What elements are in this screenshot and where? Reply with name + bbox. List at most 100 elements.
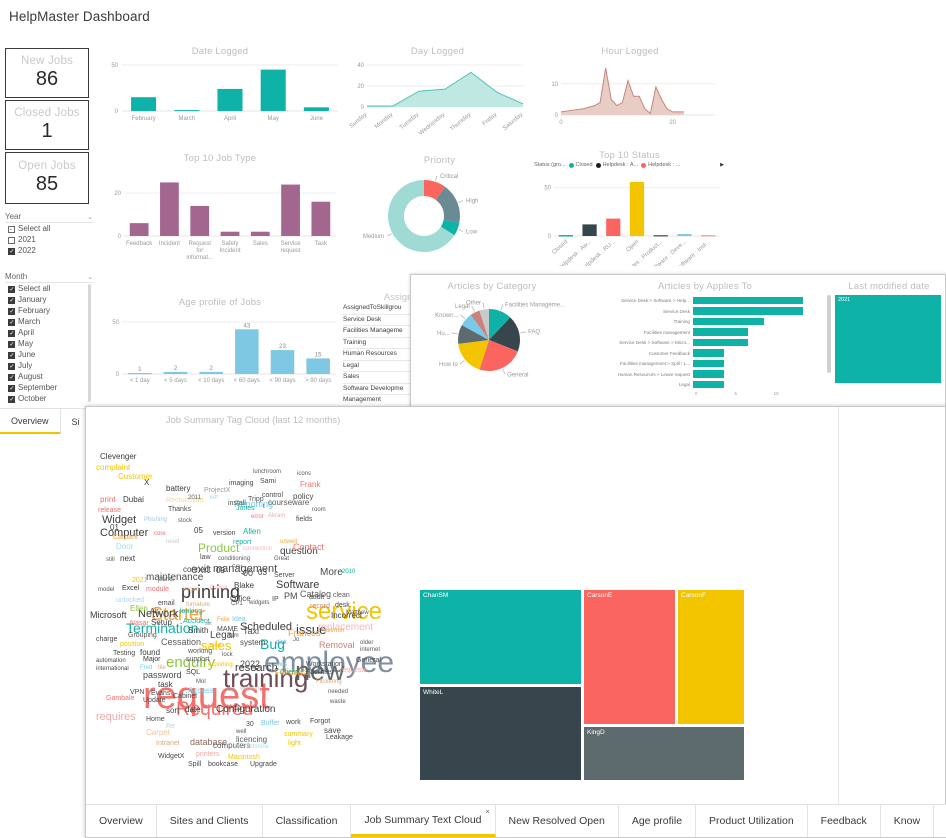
checkbox-icon[interactable] (8, 285, 15, 295)
tag-cloud-word[interactable]: Forgot (310, 718, 330, 725)
tag-cloud-word[interactable]: Smith (188, 627, 208, 635)
tag-cloud-word[interactable]: Ellen (130, 605, 148, 613)
tag-cloud-word[interactable]: room (312, 507, 326, 513)
tag-cloud-word[interactable]: Microsoft (90, 611, 127, 620)
tag-cloud-word[interactable]: 2022 (240, 660, 260, 669)
tag-cloud-word[interactable]: disk (276, 640, 287, 646)
tag-cloud-word[interactable]: 05 (194, 527, 203, 535)
tag-cloud-word[interactable]: requires (96, 712, 136, 723)
slicer-month-item-july[interactable]: July (5, 360, 93, 372)
slicer-month-item-march[interactable]: March (5, 316, 93, 328)
tag-cloud-word[interactable]: Gambale (106, 695, 134, 702)
tag-cloud-word[interactable]: Clevenger (100, 453, 136, 461)
tag-cloud-word[interactable]: IP (272, 596, 279, 603)
cloud-tab-bar[interactable]: Overview Sites and Clients Classification J… (86, 804, 946, 837)
tag-cloud-word[interactable]: Buffer (261, 720, 280, 727)
slicer-year-item-2021[interactable]: 2021 (5, 234, 93, 245)
tag-cloud-word[interactable]: policy (293, 493, 313, 501)
tag-cloud-word[interactable]: task (158, 681, 173, 689)
tag-cloud-word[interactable]: Carpark (113, 534, 138, 541)
tag-cloud-word[interactable]: lock (222, 652, 233, 658)
tag-cloud-word[interactable]: Taxi (243, 627, 259, 636)
tag-cloud-word[interactable]: next (120, 555, 135, 563)
tag-cloud-word[interactable]: Akram (268, 513, 285, 519)
tag-cloud-word[interactable]: set (205, 622, 212, 627)
tag-cloud-word[interactable]: versions (240, 686, 262, 692)
chart-top-10-job-type[interactable]: Top 10 Job Type 20 0 Feedback Incident Reque… (100, 153, 340, 273)
tag-cloud-word[interactable]: email (158, 600, 175, 607)
tag-cloud-word[interactable]: needed (328, 689, 348, 695)
tag-cloud-word[interactable]: unwell (280, 539, 297, 545)
tag-cloud-word[interactable]: Allen (243, 528, 261, 536)
tag-cloud-word[interactable]: Setup (151, 619, 172, 627)
slicer-month-header[interactable]: Month ⌄ (5, 272, 93, 283)
bar-row[interactable]: Legal (571, 380, 839, 389)
tag-cloud-word[interactable]: audit (309, 594, 324, 601)
slicer-month-item-august[interactable]: August (5, 371, 93, 383)
tag-cloud-word[interactable]: requests (340, 667, 367, 674)
tag-cloud-word[interactable]: Grouping (128, 632, 157, 639)
tag-cloud-word[interactable]: Linus (273, 662, 287, 668)
checkbox-icon[interactable] (8, 307, 15, 317)
tab-new-resolved-open[interactable]: New Resolved Open (496, 805, 619, 837)
tab-classification[interactable]: Classification (263, 805, 352, 837)
tag-cloud-word[interactable]: printers (196, 751, 219, 758)
treemap-tile[interactable]: KingD (583, 726, 745, 781)
tag-cloud-word[interactable]: Sami (260, 478, 276, 485)
tag-cloud-word[interactable]: core (154, 531, 166, 537)
tag-cloud-word[interactable]: 2021 (132, 577, 148, 584)
tag-cloud-word[interactable]: General (356, 657, 381, 664)
tag-cloud-word[interactable]: 2011 (188, 495, 201, 501)
tag-cloud-word[interactable]: Widget (102, 515, 136, 526)
tag-cloud-word[interactable]: date (185, 706, 201, 714)
tag-cloud-word[interactable]: work (286, 719, 301, 726)
treemap-tile[interactable]: CarsonE (583, 589, 676, 725)
tag-cloud-word[interactable]: Jones (236, 505, 255, 512)
tag-cloud-word[interactable]: X (144, 479, 149, 487)
tag-cloud-word[interactable]: looking (180, 608, 202, 615)
treemap-tile[interactable]: CarsonF (677, 589, 745, 725)
tag-cloud-word[interactable]: Phishing (144, 517, 167, 523)
chart-date-logged[interactable]: Date Logged 50 0 February March April May June (100, 46, 340, 141)
tag-cloud-word[interactable]: Testing (113, 650, 135, 657)
tag-cloud-word[interactable]: Workstation (306, 661, 343, 668)
tag-cloud-word[interactable]: Intranet (156, 740, 180, 747)
tag-cloud-word[interactable]: Upgrade (250, 761, 277, 768)
chart-last-modified-date[interactable]: Last modified date 2021 (835, 281, 943, 391)
tag-cloud-word[interactable]: print (100, 496, 116, 504)
tag-cloud-word[interactable]: tile (158, 665, 166, 671)
slicer-month-item-april[interactable]: April (5, 327, 93, 339)
slicer-month-item-select-all[interactable]: Select all (5, 283, 93, 295)
tag-cloud-word[interactable]: Jo (293, 637, 299, 643)
tag-cloud-word[interactable]: licencing (236, 736, 267, 744)
kpi-card-open-jobs[interactable]: Open Jobs 85 (5, 152, 89, 204)
tag-cloud-word[interactable]: up (228, 687, 235, 693)
tab-sites-and-clients[interactable]: Sites and Clients (157, 805, 263, 837)
tag-cloud-word[interactable]: Leakage (326, 734, 353, 741)
chart-hour-logged[interactable]: Hour Logged 10 0 0 20 (535, 46, 725, 141)
tag-cloud-word[interactable]: stock (178, 518, 192, 524)
tag-cloud-word[interactable]: password (143, 671, 182, 680)
tag-cloud-word[interactable]: Facilities (306, 669, 333, 676)
tag-cloud-word[interactable]: Dubai (123, 496, 144, 504)
tag-cloud-word[interactable]: record (310, 603, 330, 610)
slicer-month-item-february[interactable]: February (5, 305, 93, 317)
tag-cloud-word[interactable]: release (98, 507, 121, 514)
tab-overview[interactable]: Overview (0, 409, 61, 434)
tag-cloud-word[interactable]: widgets (249, 600, 269, 606)
tag-cloud-word[interactable]: 01 (110, 524, 119, 532)
chart-articles-by-applies-to[interactable]: Articles by Applies To Service Desk > So… (571, 281, 839, 396)
tag-cloud-word[interactable]: maintenance (146, 573, 203, 583)
tag-cloud-word[interactable]: automation (96, 658, 126, 664)
treemap-technicians[interactable]: ChanSM WhiteL CarsonE CarsonF KingD (419, 589, 839, 781)
tag-cloud-word[interactable]: module (146, 586, 169, 593)
tag-cloud-word[interactable]: still (106, 557, 115, 563)
tag-cloud-word[interactable]: Contact (293, 543, 324, 552)
tag-cloud-word[interactable]: Flickering (316, 679, 342, 685)
checkbox-icon[interactable] (8, 384, 15, 394)
tag-cloud-word[interactable]: Home (146, 716, 165, 723)
tag-cloud-word[interactable]: light (288, 740, 301, 747)
tag-cloud-word[interactable]: 2010 (342, 569, 355, 575)
bar-row[interactable]: Customer Feedback (571, 349, 839, 358)
tag-cloud-word[interactable]: left (210, 495, 218, 501)
